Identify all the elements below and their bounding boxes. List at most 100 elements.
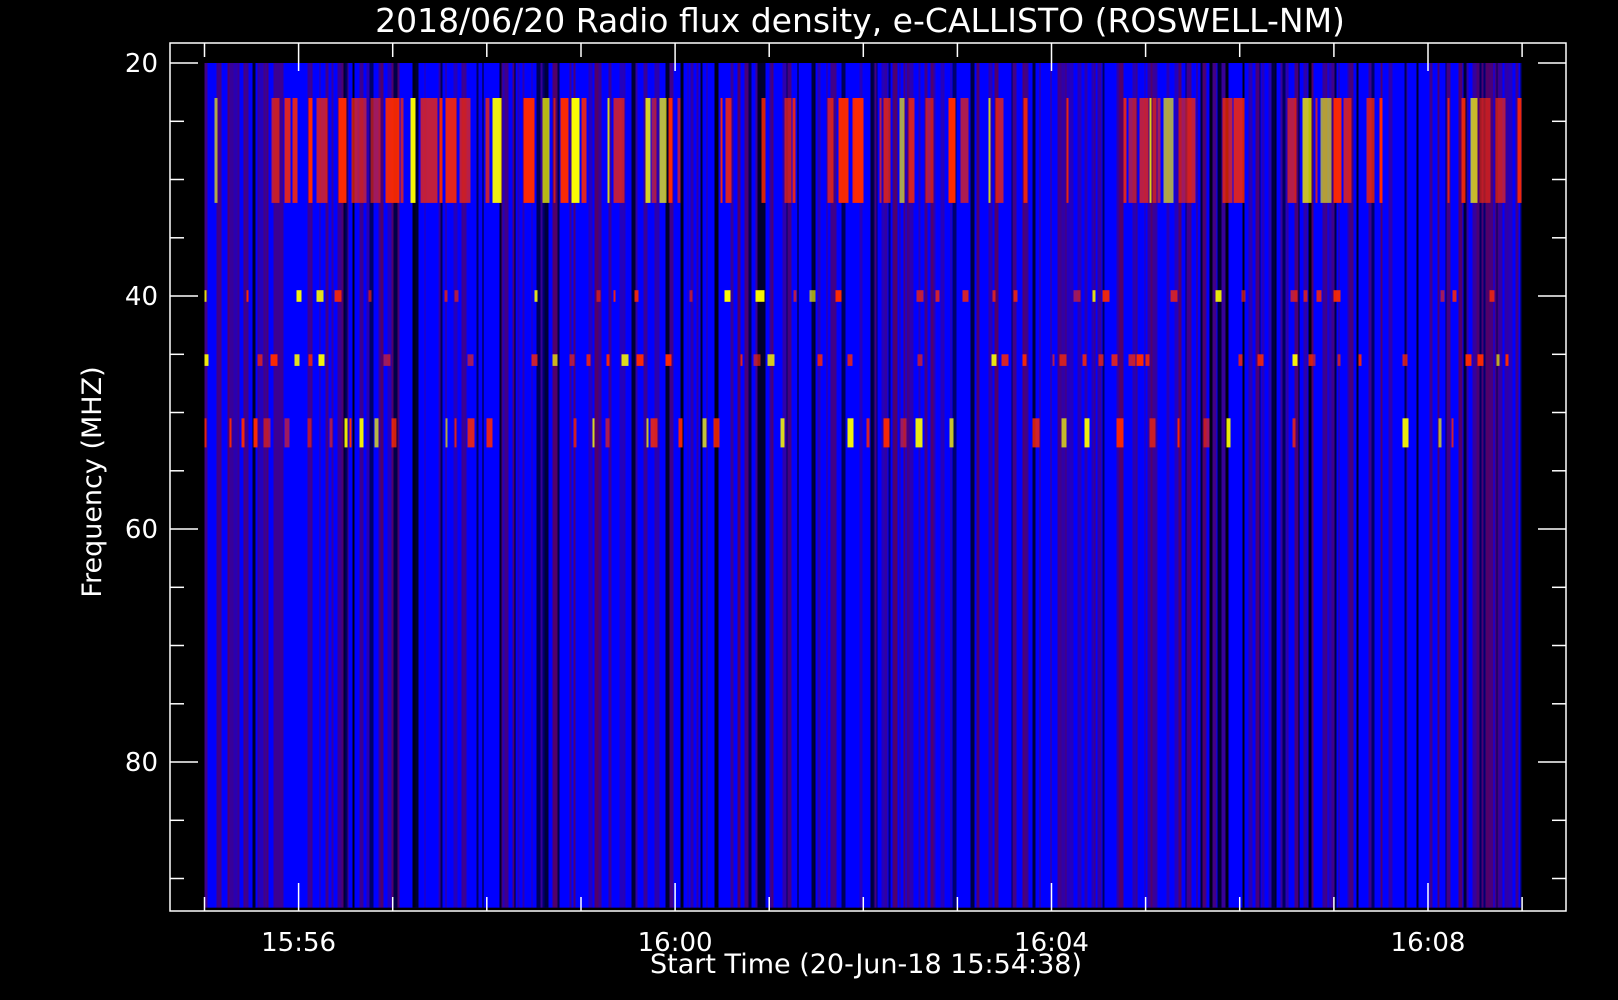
spectrogram-column bbox=[1265, 63, 1267, 908]
spectrogram-column bbox=[914, 63, 919, 908]
spectrogram-burst bbox=[1292, 418, 1296, 448]
spectrogram-burst bbox=[334, 290, 342, 302]
spectrogram-column bbox=[1217, 63, 1222, 908]
spectrogram-column bbox=[579, 63, 582, 908]
spectrogram-burst bbox=[962, 290, 969, 302]
spectrogram-column bbox=[263, 63, 266, 908]
spectrogram-column bbox=[1049, 63, 1051, 908]
spectrogram-column bbox=[935, 63, 937, 908]
spectrogram-burst bbox=[553, 98, 556, 203]
spectrogram-column bbox=[299, 63, 304, 908]
spectrogram-burst bbox=[1438, 418, 1442, 448]
spectrogram-column bbox=[754, 63, 756, 908]
spectrogram-column bbox=[812, 63, 815, 908]
spectrogram-burst bbox=[634, 290, 639, 302]
spectrogram-burst bbox=[1470, 98, 1478, 203]
spectrogram-burst bbox=[445, 418, 448, 448]
spectrogram-burst bbox=[1084, 418, 1090, 448]
spectrogram-column bbox=[1091, 63, 1095, 908]
spectrogram-column bbox=[814, 63, 816, 908]
spectrogram-column bbox=[1174, 63, 1179, 908]
spectrogram-column bbox=[227, 63, 230, 908]
spectrogram-column bbox=[1248, 63, 1253, 908]
spectrogram-burst bbox=[1098, 354, 1104, 366]
spectrogram-burst bbox=[650, 418, 655, 448]
spectrogram-column bbox=[1409, 63, 1414, 908]
spectrogram-column bbox=[876, 63, 878, 908]
spectrogram-burst bbox=[606, 354, 610, 366]
spectrogram-column bbox=[255, 63, 258, 908]
spectrogram-burst bbox=[621, 354, 629, 366]
spectrogram-column bbox=[1421, 63, 1426, 908]
spectrogram-column bbox=[940, 63, 944, 908]
spectrogram-column bbox=[259, 63, 264, 908]
spectrogram-column bbox=[778, 63, 783, 908]
spectrogram-burst bbox=[571, 98, 580, 203]
spectrogram-column bbox=[380, 63, 384, 908]
spectrogram-column bbox=[893, 63, 898, 908]
spectrogram-burst bbox=[486, 418, 493, 448]
spectrogram-burst bbox=[1123, 98, 1127, 203]
spectrogram-burst bbox=[1066, 98, 1069, 203]
spectrogram-chart: 2018/06/20 Radio flux density, e-CALLIST… bbox=[0, 0, 1618, 1000]
spectrogram-burst bbox=[809, 290, 816, 302]
spectrogram-column bbox=[1050, 63, 1052, 908]
spectrogram-burst bbox=[1517, 98, 1522, 203]
spectrogram-column bbox=[418, 63, 421, 908]
spectrogram-burst bbox=[852, 98, 855, 203]
spectrogram-column bbox=[864, 63, 868, 908]
spectrogram-burst bbox=[357, 98, 367, 203]
spectrogram-column bbox=[473, 63, 477, 908]
spectrogram-column bbox=[1118, 63, 1120, 908]
spectrogram-column bbox=[1400, 63, 1403, 908]
spectrogram-column bbox=[1416, 63, 1419, 908]
spectrogram-column bbox=[1212, 63, 1217, 908]
spectrogram-column bbox=[1104, 63, 1108, 908]
spectrogram-column bbox=[1260, 63, 1262, 908]
spectrogram-column bbox=[757, 63, 762, 908]
spectrogram-column bbox=[1275, 63, 1277, 908]
spectrogram-column bbox=[415, 63, 419, 908]
spectrogram-burst bbox=[374, 418, 379, 448]
spectrogram-burst bbox=[444, 290, 448, 302]
spectrogram-column bbox=[976, 63, 980, 908]
spectrogram-burst bbox=[713, 418, 720, 448]
spectrogram-burst bbox=[351, 98, 358, 203]
spectrogram-column bbox=[1116, 63, 1119, 908]
spectrogram-column bbox=[1097, 63, 1102, 908]
spectrogram-burst bbox=[854, 98, 864, 203]
spectrogram-burst bbox=[204, 418, 207, 448]
spectrogram-burst bbox=[793, 290, 797, 302]
spectrogram-image bbox=[204, 63, 1524, 908]
spectrogram-column bbox=[1493, 63, 1495, 908]
spectrogram-column bbox=[1359, 63, 1363, 908]
spectrogram-column bbox=[1397, 63, 1399, 908]
spectrogram-burst bbox=[573, 418, 577, 448]
spectrogram-burst bbox=[1061, 418, 1067, 448]
spectrogram-column bbox=[1069, 63, 1074, 908]
spectrogram-burst bbox=[665, 354, 672, 366]
spectrogram-column bbox=[711, 63, 713, 908]
chart-title: 2018/06/20 Radio flux density, e-CALLIST… bbox=[375, 1, 1345, 40]
spectrogram-column bbox=[1512, 63, 1516, 908]
spectrogram-burst bbox=[988, 98, 991, 203]
spectrogram-burst bbox=[668, 98, 673, 203]
spectrogram-burst bbox=[916, 290, 924, 302]
spectrogram-column bbox=[438, 63, 440, 908]
spectrogram-burst bbox=[592, 418, 595, 448]
spectrogram-column bbox=[476, 63, 479, 908]
spectrogram-burst bbox=[569, 354, 575, 366]
spectrogram-burst bbox=[1203, 418, 1210, 448]
spectrogram-burst bbox=[915, 418, 923, 448]
spectrogram-burst bbox=[485, 98, 490, 203]
spectrogram-column bbox=[268, 63, 271, 908]
spectrogram-burst bbox=[586, 354, 591, 366]
spectrogram-burst bbox=[349, 418, 352, 448]
spectrogram-column bbox=[1032, 63, 1036, 908]
spectrogram-column bbox=[636, 63, 638, 908]
spectrogram-burst bbox=[1241, 290, 1246, 302]
spectrogram-column bbox=[748, 63, 752, 908]
spectrogram-column bbox=[1317, 63, 1321, 908]
spectrogram-column bbox=[905, 63, 907, 908]
spectrogram-burst bbox=[271, 98, 280, 203]
